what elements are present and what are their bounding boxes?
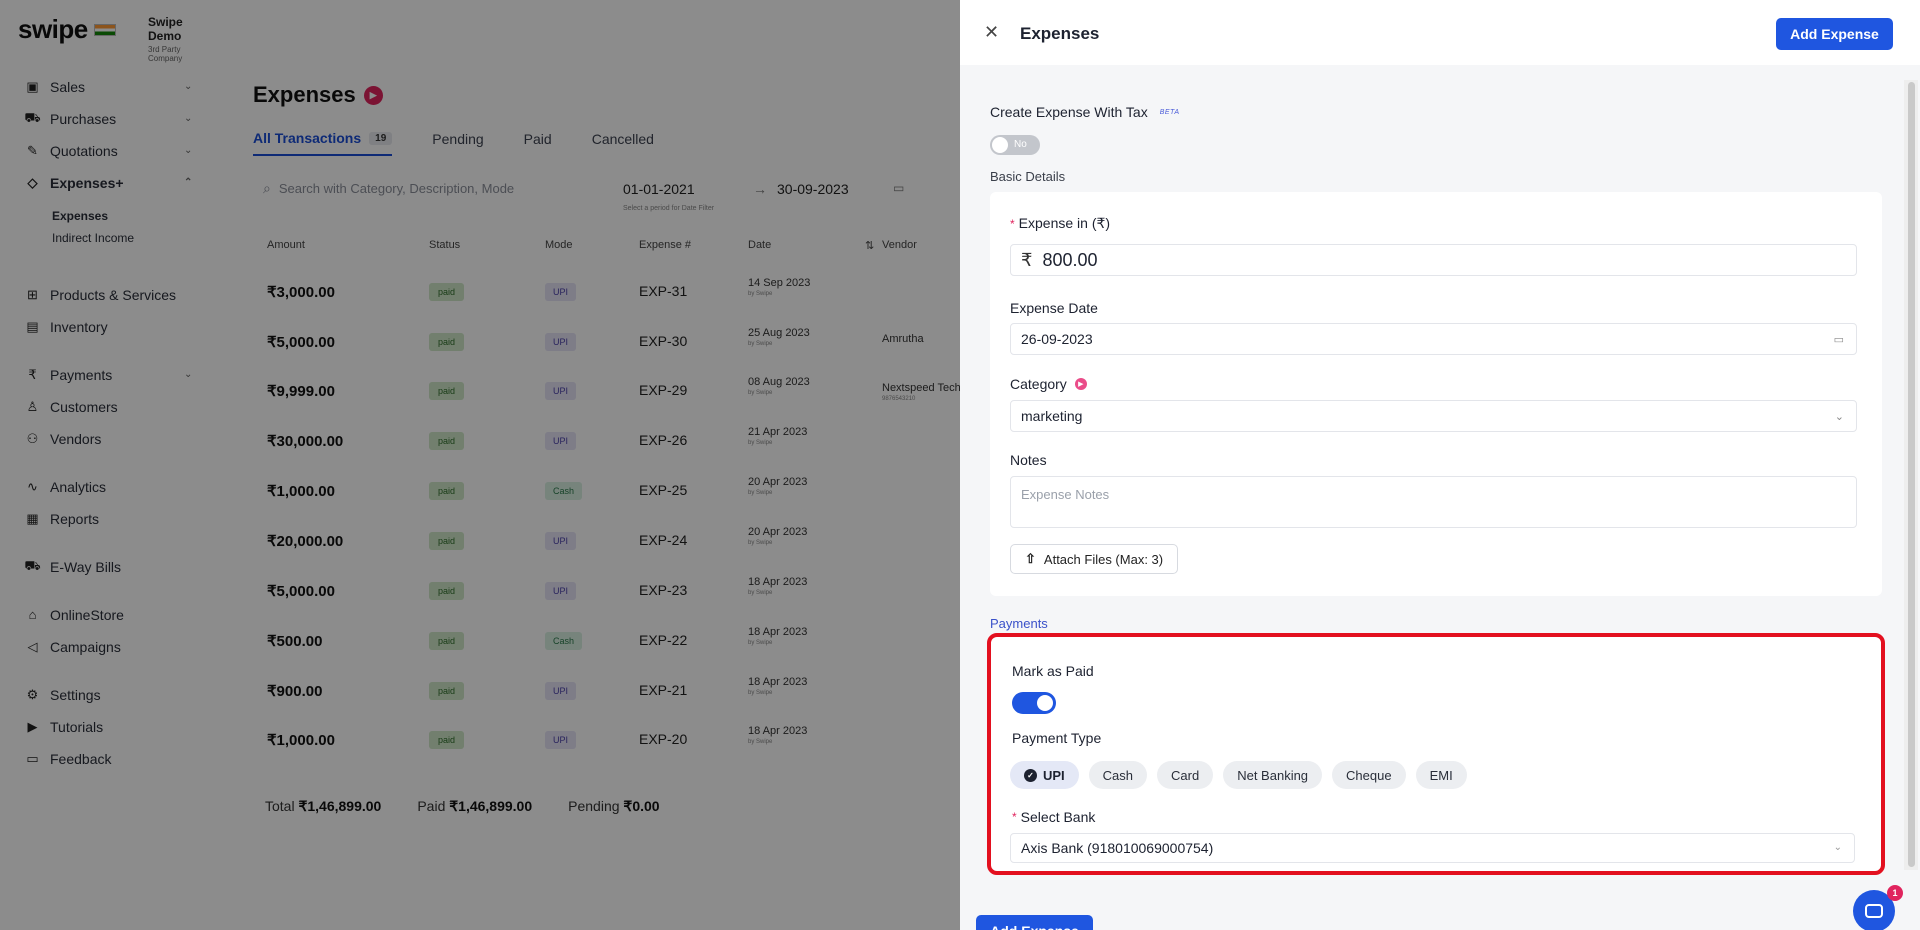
play-video-icon[interactable]: ▶ <box>1074 378 1087 390</box>
category-value: marketing <box>1021 408 1083 424</box>
expense-amount-value: 800.00 <box>1042 249 1098 270</box>
tax-option: Create Expense With Tax BETA <box>990 104 1179 120</box>
expense-date-value: 26-09-2023 <box>1021 331 1093 347</box>
expense-amount-label-text: Expense in (₹) <box>1018 215 1111 231</box>
expense-date-input[interactable]: 26-09-2023 ▭ <box>1010 323 1857 355</box>
chat-icon <box>1865 904 1883 918</box>
notes-label: Notes <box>1010 452 1047 468</box>
highlight-box <box>987 633 1885 875</box>
attach-files-button[interactable]: ⇧ Attach Files (Max: 3) <box>1010 544 1179 574</box>
attach-files-label: Attach Files (Max: 3) <box>1043 551 1164 567</box>
expense-date-label: Expense Date <box>1010 300 1098 316</box>
rupee-prefix: ₹ <box>1021 249 1033 270</box>
notification-badge: 1 <box>1887 885 1903 901</box>
upload-icon: ⇧ <box>1025 551 1036 566</box>
expense-amount-label: * Expense in (₹) <box>1010 215 1110 232</box>
drawer-header: ✕ Expenses Add Expense <box>960 0 1920 65</box>
add-expense-drawer: ✕ Expenses Add Expense Create Expense Wi… <box>960 0 1920 930</box>
notes-textarea[interactable]: Expense Notes <box>1010 476 1857 528</box>
expense-amount-input[interactable]: ₹800.00 <box>1010 244 1857 276</box>
bottom-add-expense-button[interactable]: Add Expense <box>976 915 1093 930</box>
basic-details-card: * Expense in (₹) ₹800.00 Expense Date 26-… <box>990 192 1882 596</box>
close-icon[interactable]: ✕ <box>984 22 999 43</box>
tax-label: Create Expense With Tax <box>990 104 1148 120</box>
category-label: Category ▶ <box>1010 376 1087 392</box>
tax-toggle[interactable]: No <box>990 135 1040 155</box>
chevron-down-icon: ⌄ <box>1834 411 1844 423</box>
expenses-page: swipe Swipe Demo 3rd Party Company ▣ Sale… <box>0 0 960 930</box>
payments-heading: Payments <box>990 616 1048 631</box>
notes-placeholder: Expense Notes <box>1021 487 1110 502</box>
basic-details-heading: Basic Details <box>990 169 1066 184</box>
modal-backdrop[interactable] <box>0 0 960 930</box>
category-label-text: Category <box>1010 376 1067 392</box>
calendar-icon[interactable]: ▭ <box>1834 333 1844 346</box>
drawer-title: Expenses <box>1020 24 1100 43</box>
toggle-knob <box>992 137 1008 153</box>
required-marker: * <box>1010 216 1015 231</box>
scrollbar-thumb[interactable] <box>1908 82 1915 867</box>
add-expense-button[interactable]: Add Expense <box>1776 18 1893 50</box>
beta-badge: BETA <box>1159 108 1180 116</box>
category-select[interactable]: marketing ⌄ <box>1010 400 1857 432</box>
toggle-text: No <box>1014 139 1027 150</box>
